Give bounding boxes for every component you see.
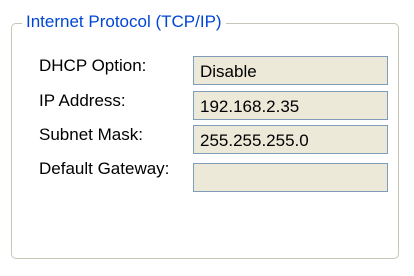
subnet-mask-label: Subnet Mask:	[39, 125, 143, 144]
group-title: Internet Protocol (TCP/IP)	[22, 10, 226, 34]
subnet-mask-field: 255.255.255.0	[193, 125, 388, 154]
ip-address-field: 192.168.2.35	[193, 91, 388, 120]
dhcp-option-label: DHCP Option:	[39, 56, 147, 75]
ip-address-label: IP Address:	[39, 91, 126, 110]
default-gateway-label: Default Gateway:	[39, 159, 170, 178]
default-gateway-field	[193, 163, 388, 192]
dhcp-option-field: Disable	[193, 56, 388, 85]
